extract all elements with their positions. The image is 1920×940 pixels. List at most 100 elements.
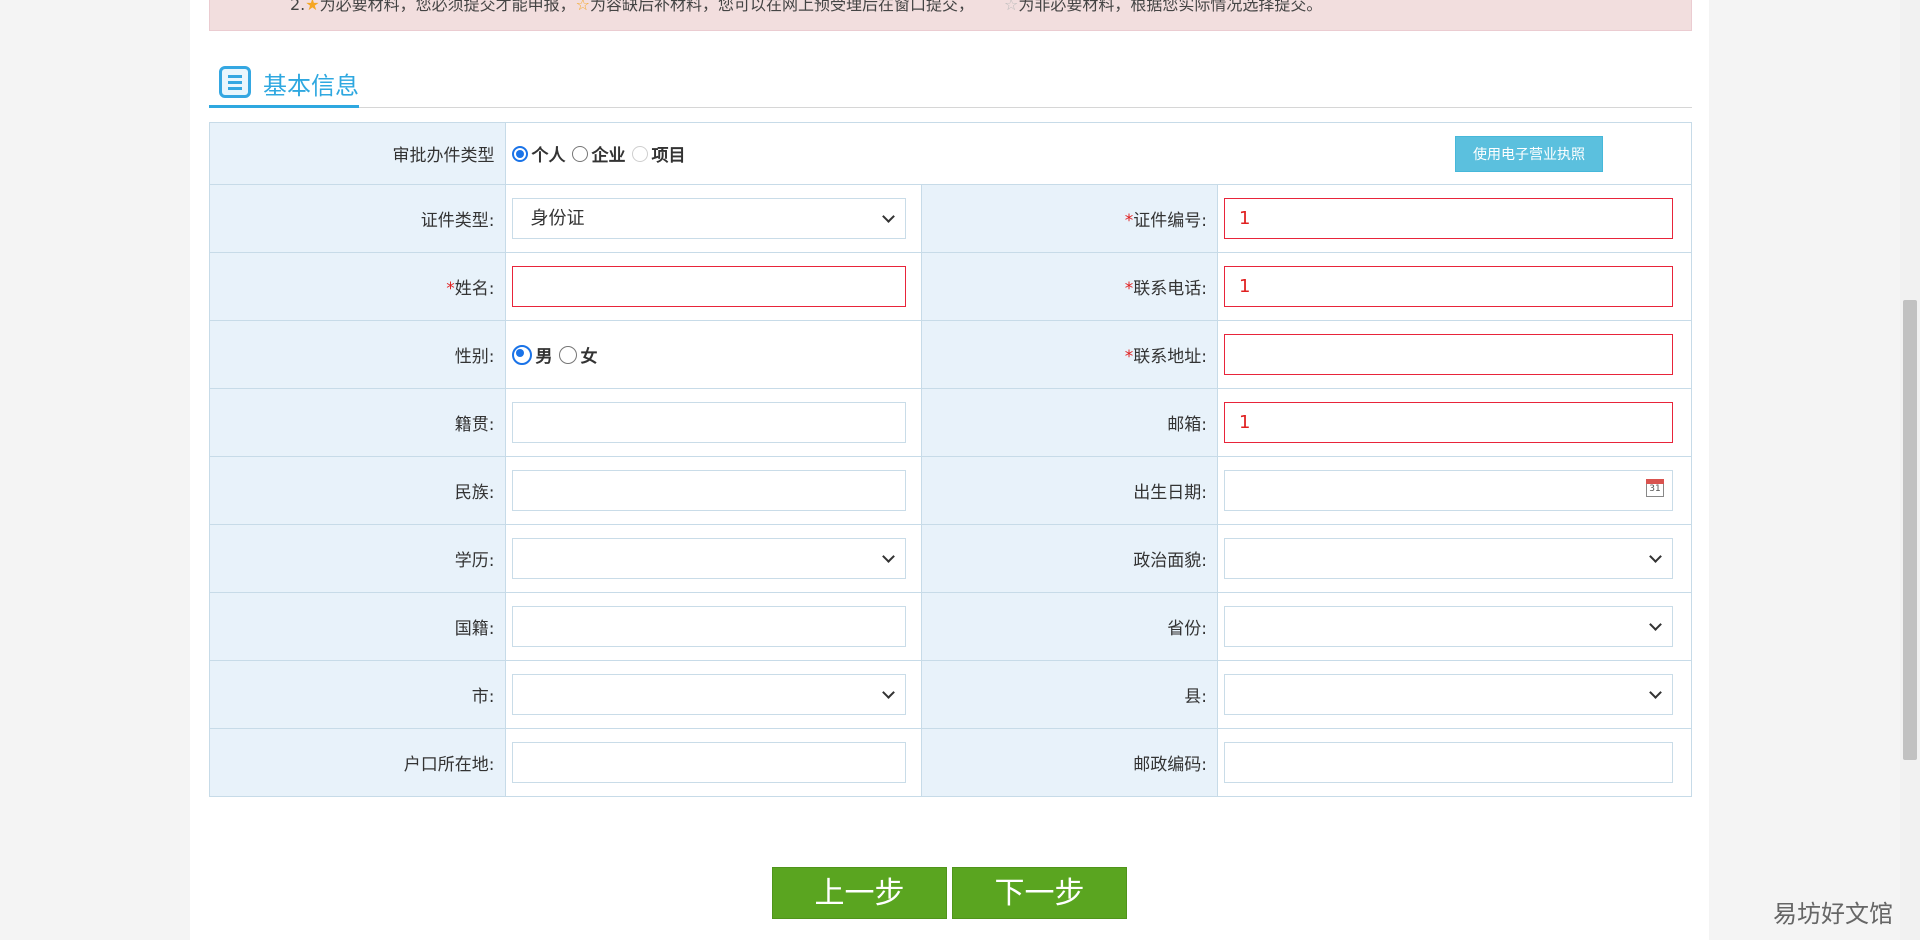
education-cell <box>504 524 923 593</box>
phone-input[interactable]: 1 <box>1224 266 1673 307</box>
cert-type-value: 身份证 <box>530 208 585 229</box>
cert-type-label: 证件类型: <box>209 184 506 253</box>
birth-date-cell: 31 <box>1217 456 1692 525</box>
cert-no-label: *证件编号: <box>921 184 1218 253</box>
cert-no-label-text: 证件编号: <box>1133 211 1207 231</box>
city-label: 市: <box>209 660 506 729</box>
ethnicity-cell <box>504 456 923 525</box>
notice-prefix: 2. <box>290 0 306 14</box>
cert-type-cell: 身份证 <box>504 184 923 253</box>
name-cell <box>504 252 923 321</box>
chevron-down-icon <box>1649 550 1662 563</box>
gender-cell: 男女 <box>504 320 923 389</box>
notice-part1: 为必要材料，您必须提交才能申报， <box>319 0 576 14</box>
required-mark: * <box>1124 347 1134 367</box>
star-optional-icon: ☆ <box>1003 0 1019 14</box>
education-label: 学历: <box>209 524 506 593</box>
political-status-select[interactable] <box>1224 538 1673 579</box>
household-input[interactable] <box>511 742 906 783</box>
political-status-label: 政治面貌: <box>921 524 1218 593</box>
approval-type-cell: 个人 企业 项目 使用电子营业执照 <box>504 122 1693 185</box>
email-label: 邮箱: <box>921 388 1218 457</box>
birth-date-label: 出生日期: <box>921 456 1218 525</box>
notice-text: 2.★为必要材料，您必须提交才能申报，☆为容缺后补材料，您可以在网上预受理后在窗… <box>290 0 1322 15</box>
cert-type-select[interactable]: 身份证 <box>511 198 906 239</box>
calendar-icon[interactable]: 31 <box>1646 479 1664 497</box>
native-place-input[interactable] <box>511 402 906 443</box>
native-place-cell <box>504 388 923 457</box>
county-cell <box>1217 660 1692 729</box>
notice-banner: 2.★为必要材料，您必须提交才能申报，☆为容缺后补材料，您可以在网上预受理后在窗… <box>209 0 1692 31</box>
list-icon <box>219 66 251 98</box>
ethnicity-input[interactable] <box>511 470 906 511</box>
radio-female[interactable] <box>558 345 577 364</box>
chevron-down-icon <box>881 210 895 223</box>
use-e-license-button[interactable]: 使用电子营业执照 <box>1455 136 1603 172</box>
nationality-label: 国籍: <box>209 592 506 661</box>
name-input[interactable] <box>511 266 906 307</box>
main-container: 2.★为必要材料，您必须提交才能申报，☆为容缺后补材料，您可以在网上预受理后在窗… <box>190 0 1709 940</box>
radio-project <box>631 145 648 162</box>
radio-enterprise-label[interactable]: 企业 <box>592 146 626 166</box>
notice-part2: 为容缺后补材料，您可以在网上预受理后在窗口提交， <box>589 0 974 14</box>
radio-enterprise[interactable] <box>571 145 588 162</box>
radio-personal[interactable] <box>511 145 528 162</box>
city-select[interactable] <box>511 674 906 715</box>
chevron-down-icon <box>1649 618 1662 631</box>
province-label: 省份: <box>921 592 1218 661</box>
next-step-button[interactable]: 下一步 <box>952 867 1127 919</box>
address-cell <box>1217 320 1692 389</box>
star-deferred-icon: ☆ <box>575 0 590 14</box>
name-label-text: 姓名: <box>454 279 495 299</box>
education-select[interactable] <box>511 538 906 579</box>
section-header: 基本信息 <box>209 60 1692 108</box>
notice-part3: 为非必要材料，根据您实际情况选择提交。 <box>1018 0 1323 14</box>
county-label: 县: <box>921 660 1218 729</box>
postcode-cell <box>1217 728 1692 797</box>
household-cell <box>504 728 923 797</box>
required-mark: * <box>1124 279 1134 299</box>
household-label: 户口所在地: <box>209 728 506 797</box>
nationality-input[interactable] <box>511 606 906 647</box>
name-label: *姓名: <box>209 252 506 321</box>
prev-step-button[interactable]: 上一步 <box>772 867 947 919</box>
gender-label: 性别: <box>209 320 506 389</box>
chevron-down-icon <box>881 550 895 563</box>
address-label-text: 联系地址: <box>1133 347 1207 367</box>
phone-label: *联系电话: <box>921 252 1218 321</box>
nationality-cell <box>504 592 923 661</box>
native-place-label: 籍贯: <box>209 388 506 457</box>
city-cell <box>504 660 923 729</box>
birth-date-input[interactable]: 31 <box>1224 470 1673 511</box>
section-tab-basic-info[interactable]: 基本信息 <box>209 60 359 108</box>
province-select[interactable] <box>1224 606 1673 647</box>
watermark: 易坊好文馆 <box>1773 900 1893 928</box>
ethnicity-label: 民族: <box>209 456 506 525</box>
county-select[interactable] <box>1224 674 1673 715</box>
star-required-icon: ★ <box>305 0 320 14</box>
cert-no-input[interactable]: 1 <box>1224 198 1673 239</box>
email-input[interactable]: 1 <box>1224 402 1673 443</box>
scrollbar-thumb[interactable] <box>1903 300 1917 760</box>
address-label: *联系地址: <box>921 320 1218 389</box>
basic-info-form: 审批办件类型 个人 企业 项目 使用电子营业执照 证件类型: 身份证 *证件编号: … <box>209 122 1693 797</box>
required-mark: * <box>1124 211 1134 231</box>
radio-female-label[interactable]: 女 <box>581 347 598 367</box>
postcode-input[interactable] <box>1224 742 1673 783</box>
address-input[interactable] <box>1224 334 1673 375</box>
radio-project-label: 项目 <box>651 146 686 166</box>
province-cell <box>1217 592 1692 661</box>
cert-type-label-text: 证件类型: <box>420 211 495 231</box>
chevron-down-icon <box>1649 686 1662 699</box>
cert-no-cell: 1 <box>1217 184 1692 253</box>
chevron-down-icon <box>881 686 895 699</box>
section-title: 基本信息 <box>263 72 359 100</box>
phone-label-text: 联系电话: <box>1133 279 1207 299</box>
radio-male-label[interactable]: 男 <box>536 347 553 367</box>
radio-personal-label[interactable]: 个人 <box>532 146 566 166</box>
radio-male[interactable] <box>511 344 532 365</box>
approval-type-label: 审批办件类型 <box>209 122 506 185</box>
vertical-scrollbar[interactable] <box>1900 0 1920 940</box>
political-status-cell <box>1217 524 1692 593</box>
required-mark: * <box>446 279 455 299</box>
